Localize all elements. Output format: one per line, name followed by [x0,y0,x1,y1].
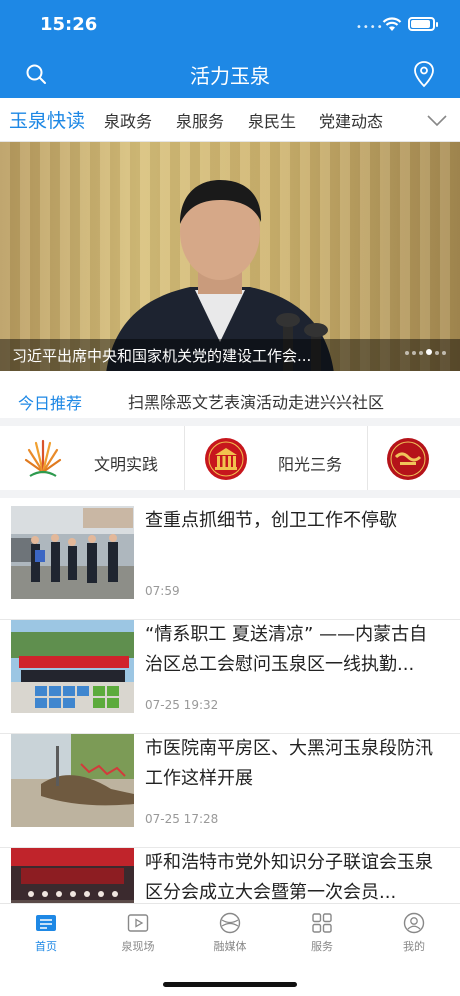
news-thumbnail-inspection [11,506,134,599]
today-recommend-label: 今日推荐 [18,394,83,413]
nav-label: 泉现场 [121,940,155,953]
status-time: 15:26 [40,14,98,35]
home-icon [36,915,56,931]
signal-dots-icon: •••• [356,22,384,33]
wifi-icon [382,17,402,31]
app-header: 15:26 •••• 活力玉泉 [0,0,460,98]
nav-label: 融媒体 [213,940,247,953]
profile-icon [403,912,425,934]
news-thumbnail-flood-control [11,734,134,827]
service-shortcuts: 文明实践 阳光三务 [0,426,460,498]
tab-yuquan-quick-read[interactable]: 玉泉快读 [9,106,85,133]
service-sunshine-affairs[interactable]: 阳光三务 [204,426,364,490]
service-civilization-practice[interactable]: 文明实践 [22,426,182,490]
headline-banner[interactable]: 习近平出席中央和国家机关党的建设工作会... [0,142,460,371]
tab-services[interactable]: 泉服务 [176,108,224,132]
nav-media[interactable]: 融媒体 [184,912,276,954]
news-item[interactable]: 查重点抓细节，创卫工作不停歇 07:59 [0,506,460,620]
today-recommend[interactable]: 今日推荐 扫黑除恶文艺表演活动走进兴兴社区 [0,372,460,426]
news-title: 查重点抓细节，创卫工作不停歇 [145,510,397,531]
news-thumbnail-workers-event [11,620,134,713]
nav-service[interactable]: 服务 [276,912,368,954]
grid-icon [312,913,332,933]
banner-caption: 习近平出席中央和国家机关党的建设工作会... [0,339,460,371]
category-tabs: 玉泉快读 泉政务 泉服务 泉民生 党建动态 [0,98,460,142]
nav-home[interactable]: 首页 [0,912,92,954]
chevron-down-icon[interactable] [424,108,450,132]
study-emblem-icon [387,438,429,480]
service-label: 文明实践 [94,455,159,474]
nav-profile[interactable]: 我的 [368,912,460,954]
tab-party-building[interactable]: 党建动态 [319,108,383,132]
page-title: 活力玉泉 [190,64,270,88]
sunshine-affairs-building-icon [205,438,247,480]
service-divider [367,426,368,490]
news-title: 呼和浩特市党外知识分子联谊会玉泉区分会成立大会暨第一次会员... [145,852,433,903]
news-time: 07:59 [145,584,180,598]
banner-caption-text: 习近平出席中央和国家机关党的建设工作会... [12,347,312,365]
media-globe-icon [219,912,241,934]
civilization-practice-logo-icon [24,439,62,477]
news-item[interactable]: “情系职工 夏送清凉” ——内蒙古自治区总工会慰问玉泉区一线执勤... 07-2… [0,620,460,734]
news-title: 市医院南平房区、大黑河玉泉段防汛工作这样开展 [145,738,433,789]
today-recommend-headline[interactable]: 扫黑除恶文艺表演活动走进兴兴社区 [128,389,384,413]
news-time: 07-25 17:28 [145,812,219,826]
service-label: 阳光三务 [278,455,343,474]
carousel-dot [412,351,416,355]
news-item[interactable]: 市医院南平房区、大黑河玉泉段防汛工作这样开展 07-25 17:28 [0,734,460,848]
tab-livelihood[interactable]: 泉民生 [248,108,296,132]
carousel-dot [442,351,446,355]
carousel-dot [419,351,423,355]
nav-label: 我的 [403,940,425,953]
carousel-dot-active [426,349,432,355]
news-time: 07-25 19:32 [145,698,219,712]
nav-live-scene[interactable]: 泉现场 [92,912,184,954]
battery-icon [408,17,438,31]
service-divider [184,426,185,490]
carousel-dot [405,351,409,355]
home-indicator [163,982,297,987]
carousel-indicator [402,340,446,359]
video-icon [127,914,149,932]
location-icon[interactable] [412,60,436,88]
tab-government[interactable]: 泉政务 [104,108,152,132]
service-study-emblem[interactable] [386,426,460,490]
carousel-dot [435,351,439,355]
nav-label: 首页 [35,940,57,953]
nav-label: 服务 [311,940,333,953]
news-title: “情系职工 夏送清凉” ——内蒙古自治区总工会慰问玉泉区一线执勤... [145,624,428,675]
